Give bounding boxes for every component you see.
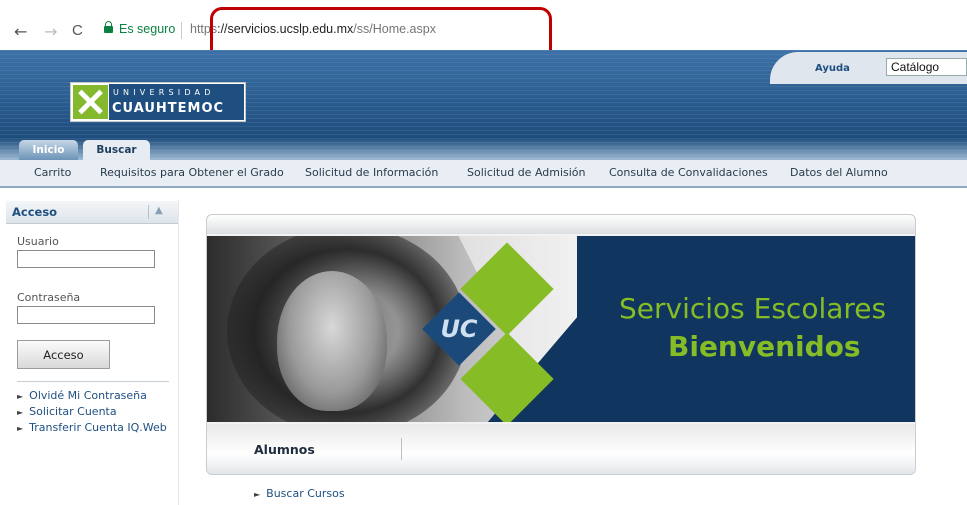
menu-item-requisitos[interactable]: Requisitos para Obtener el Grado — [100, 166, 284, 179]
menu-item-datos-alumno[interactable]: Datos del Alumno — [790, 166, 888, 179]
menu-item-convalidaciones[interactable]: Consulta de Convalidaciones — [609, 166, 768, 179]
link-label: Solicitar Cuenta — [29, 405, 117, 418]
section-divider — [401, 438, 402, 460]
banner-title: Servicios Escolares — [619, 292, 887, 325]
link-request-account[interactable]: ► Solicitar Cuenta — [17, 405, 117, 418]
catalog-select[interactable]: Catálogo — [886, 58, 967, 76]
menu-item-solicitud-admision[interactable]: Solicitud de Admisión — [467, 166, 586, 179]
tab-buscar[interactable]: Buscar — [83, 140, 150, 160]
link-search-courses[interactable]: ► Buscar Cursos — [254, 487, 345, 500]
panel-header-bar — [207, 215, 915, 234]
sidebar-header-divider — [148, 205, 149, 219]
collapse-icon[interactable]: ▲ — [155, 205, 163, 216]
lock-icon — [104, 21, 113, 33]
photo-face — [277, 271, 387, 411]
university-seal-icon: UC — [440, 315, 478, 343]
menu-item-carrito[interactable]: Carrito — [34, 166, 71, 179]
tab-inicio[interactable]: Inicio — [19, 140, 78, 160]
banner-subtitle: Bienvenidos — [668, 330, 861, 363]
login-button[interactable]: Acceso — [17, 340, 110, 369]
welcome-banner: UC Servicios Escolares Bienvenidos — [207, 236, 915, 422]
arrow-right-icon: ► — [254, 490, 261, 499]
reload-icon[interactable]: C — [72, 22, 83, 39]
help-link[interactable]: Ayuda — [815, 63, 850, 74]
secure-label: Es seguro — [119, 22, 176, 36]
section-title: Alumnos — [254, 442, 315, 457]
link-label: Transferir Cuenta IQ.Web — [29, 421, 167, 434]
link-label: Olvidé Mi Contraseña — [29, 389, 147, 402]
link-label: Buscar Cursos — [266, 487, 345, 500]
link-transfer-account[interactable]: ► Transferir Cuenta IQ.Web — [17, 421, 167, 434]
logo-mark-icon — [73, 85, 108, 119]
address-divider — [181, 22, 182, 39]
logo-main-text: CUAUHTEMOC — [112, 101, 225, 116]
password-field[interactable] — [17, 306, 155, 324]
sidebar-title: Acceso — [12, 205, 58, 219]
username-label: Usuario — [17, 235, 59, 248]
logo-top-text: UNIVERSIDAD — [113, 88, 215, 97]
username-field[interactable] — [17, 250, 155, 268]
arrow-right-icon: ► — [17, 392, 24, 401]
banner-blue-field — [577, 236, 915, 422]
sidebar-divider — [17, 381, 169, 382]
link-forgot-password[interactable]: ► Olvidé Mi Contraseña — [17, 389, 147, 402]
menu-item-solicitud-informacion[interactable]: Solicitud de Información — [305, 166, 438, 179]
arrow-right-icon: ► — [17, 424, 24, 433]
back-icon[interactable]: ← — [14, 22, 27, 41]
password-label: Contraseña — [17, 291, 81, 304]
forward-icon[interactable]: → — [44, 22, 57, 41]
arrow-right-icon: ► — [17, 408, 24, 417]
